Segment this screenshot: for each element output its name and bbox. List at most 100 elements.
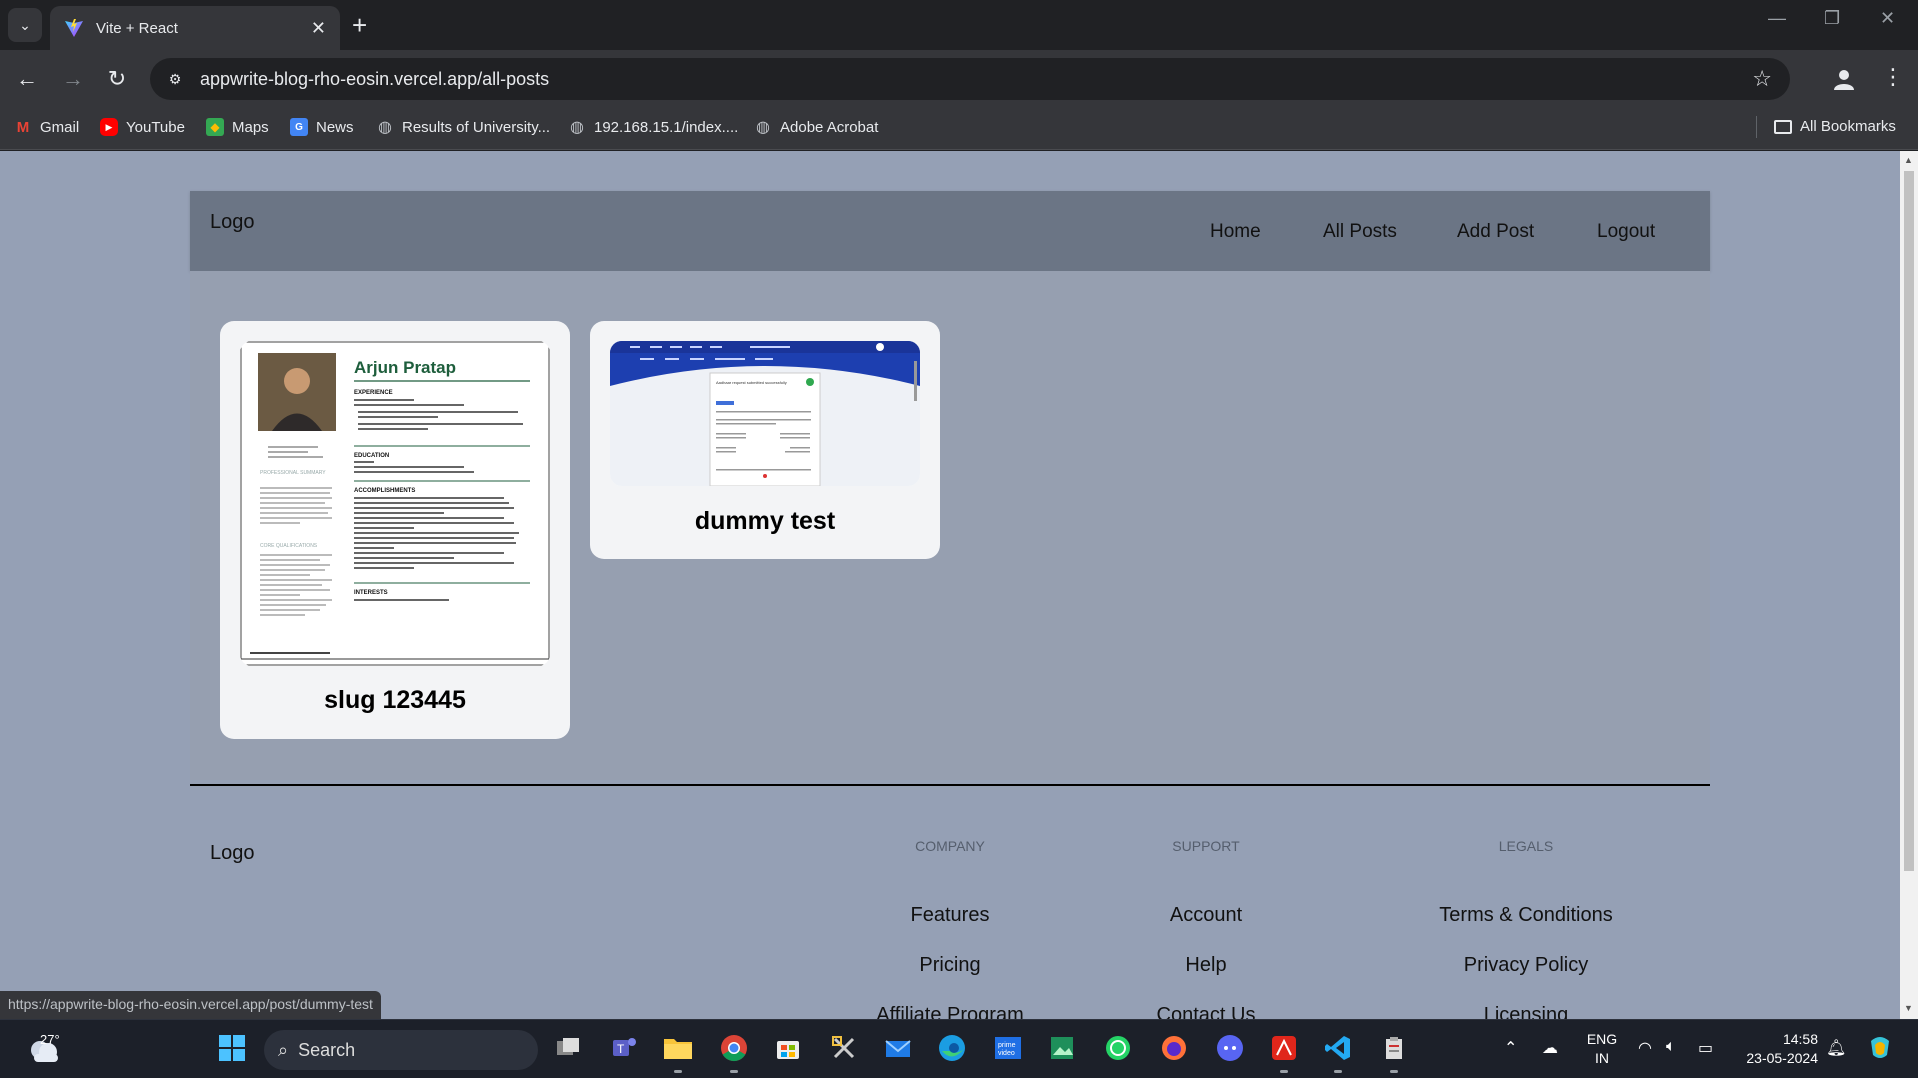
teams-icon[interactable]: T	[606, 1030, 642, 1066]
bookmark-youtube[interactable]: ▶ YouTube	[100, 118, 185, 136]
browser-tab[interactable]: Vite + React ✕	[50, 6, 340, 50]
speaker-muted-icon[interactable]: 🔈︎	[1666, 1038, 1676, 1056]
mail-icon[interactable]	[880, 1030, 916, 1066]
forward-arrow-icon[interactable]: →	[58, 64, 88, 94]
page-container: Logo Home All Posts Add Post Logout Arju…	[190, 191, 1710, 1019]
nav-logout[interactable]: Logout	[1597, 221, 1655, 243]
bookmark-news[interactable]: G News	[290, 118, 354, 136]
footer-link-pricing[interactable]: Pricing	[919, 954, 980, 977]
restore-icon[interactable]: ❐	[1824, 8, 1840, 29]
windows-start-icon[interactable]	[214, 1030, 250, 1066]
resume-section-interests: INTERESTS	[354, 590, 388, 596]
taskbar-search-box[interactable]: ⌕ Search	[264, 1030, 538, 1070]
language-indicator[interactable]: ENG IN	[1584, 1030, 1620, 1068]
bookmark-label: 192.168.15.1/index....	[594, 118, 739, 136]
edge-icon[interactable]	[934, 1030, 970, 1066]
post-title[interactable]: dummy test	[590, 507, 940, 536]
clock-date: 23-05-2024	[1746, 1050, 1818, 1066]
bookmark-label: News	[316, 118, 354, 136]
chrome-icon[interactable]	[716, 1030, 752, 1073]
bookmark-label: Results of University...	[402, 118, 551, 136]
address-bar[interactable]: ⚙ appwrite-blog-rho-eosin.vercel.app/all…	[150, 58, 1790, 100]
nav-add-post[interactable]: Add Post	[1457, 221, 1534, 243]
footer-link-features[interactable]: Features	[911, 904, 990, 927]
resume-section-experience: EXPERIENCE	[354, 390, 393, 396]
clipboard-app-icon[interactable]	[1376, 1030, 1412, 1073]
post-card[interactable]: Arjun Pratap EXPERIENCE EDUCATION ACCOMP…	[220, 321, 570, 739]
globe-icon: ◍	[756, 119, 770, 136]
tray-chevron-up-icon[interactable]: ⌃	[1504, 1038, 1517, 1058]
footer-link-terms[interactable]: Terms & Conditions	[1439, 904, 1612, 927]
clock-time: 14:58	[1782, 1031, 1818, 1047]
post-title[interactable]: slug 123445	[220, 686, 570, 715]
tab-search-chevron-icon[interactable]: ⌄	[8, 8, 42, 42]
tab-close-icon[interactable]: ✕	[311, 18, 326, 39]
firefox-icon[interactable]	[1156, 1030, 1192, 1066]
bookmark-results[interactable]: ◍ Results of University...	[376, 118, 551, 137]
site-header: Logo Home All Posts Add Post Logout	[190, 191, 1710, 271]
clock[interactable]: 14:58 23-05-2024	[1730, 1030, 1818, 1068]
link-status-bubble: https://appwrite-blog-rho-eosin.vercel.a…	[0, 991, 381, 1019]
footer-link-licensing[interactable]: Licensing	[1484, 1004, 1569, 1019]
post-card[interactable]: Aadhaar request submitted successfully d…	[590, 321, 940, 559]
scroll-down-icon[interactable]: ▼	[1904, 1003, 1913, 1013]
task-view-icon[interactable]	[550, 1030, 586, 1066]
bookmark-acrobat[interactable]: ◍ Adobe Acrobat	[754, 118, 879, 137]
footer-link-affiliate[interactable]: Affiliate Program	[876, 1004, 1023, 1019]
footer-heading-company: Company	[915, 838, 985, 854]
notification-bell-icon[interactable]: 🔔︎	[1826, 1038, 1846, 1058]
scroll-up-icon[interactable]: ▲	[1904, 155, 1913, 165]
bookmark-star-icon[interactable]: ☆	[1752, 66, 1772, 92]
bookmarks-divider	[1756, 116, 1757, 138]
discord-icon[interactable]	[1212, 1030, 1248, 1066]
scrollbar-thumb[interactable]	[1904, 171, 1914, 871]
bookmark-label: YouTube	[126, 118, 185, 136]
site-info-icon[interactable]: ⚙	[162, 66, 188, 92]
snipping-tool-icon[interactable]	[826, 1030, 862, 1066]
nav-all-posts[interactable]: All Posts	[1323, 221, 1397, 243]
resume-section-education: EDUCATION	[354, 453, 389, 459]
window-close-icon[interactable]: ✕	[1880, 8, 1895, 29]
site-logo[interactable]: Logo	[210, 211, 255, 234]
windows-taskbar: 27° ⌕ Search T prime video ⌃ ☁ ENG IN ◠ …	[0, 1019, 1918, 1078]
resume-thumbnail: Arjun Pratap EXPERIENCE EDUCATION ACCOMP…	[240, 341, 550, 666]
microsoft-store-icon[interactable]	[770, 1030, 806, 1066]
footer-heading-support: Support	[1172, 838, 1240, 854]
search-label: Search	[298, 1039, 356, 1060]
copilot-icon[interactable]	[1862, 1030, 1898, 1066]
footer-link-help[interactable]: Help	[1185, 954, 1226, 977]
all-bookmarks[interactable]: All Bookmarks	[1774, 118, 1896, 135]
footer-link-privacy[interactable]: Privacy Policy	[1464, 954, 1588, 977]
whatsapp-icon[interactable]	[1100, 1030, 1136, 1066]
vscode-icon[interactable]	[1320, 1030, 1356, 1073]
wifi-icon[interactable]: ◠	[1638, 1038, 1652, 1058]
all-bookmarks-label: All Bookmarks	[1800, 118, 1896, 135]
bookmark-gmail[interactable]: M Gmail	[14, 118, 79, 136]
url-text[interactable]: appwrite-blog-rho-eosin.vercel.app/all-p…	[200, 69, 1752, 90]
photos-icon[interactable]	[1044, 1030, 1080, 1066]
bookmark-router[interactable]: ◍ 192.168.15.1/index....	[568, 118, 739, 137]
minimize-icon[interactable]: —	[1768, 8, 1786, 29]
nav-home[interactable]: Home	[1210, 221, 1261, 243]
folder-icon	[1774, 119, 1792, 134]
reload-icon[interactable]: ↻	[102, 64, 132, 94]
acrobat-icon[interactable]	[1266, 1030, 1302, 1073]
bookmark-maps[interactable]: ◆ Maps	[206, 118, 269, 136]
profile-icon[interactable]	[1832, 67, 1856, 91]
footer-link-account[interactable]: Account	[1170, 904, 1242, 927]
svg-text:T: T	[617, 1042, 625, 1056]
onedrive-offline-icon[interactable]: ☁	[1542, 1038, 1558, 1058]
footer-link-contact[interactable]: Contact Us	[1157, 1004, 1256, 1019]
page-viewport[interactable]: Logo Home All Posts Add Post Logout Arju…	[0, 151, 1900, 1019]
page-scrollbar[interactable]: ▲ ▼	[1900, 151, 1918, 1019]
back-arrow-icon[interactable]: ←	[12, 64, 42, 94]
prime-video-icon[interactable]: prime video	[990, 1030, 1026, 1066]
file-explorer-icon[interactable]	[660, 1030, 696, 1073]
chrome-menu-icon[interactable]: ⋮	[1882, 64, 1904, 90]
bookmark-label: Maps	[232, 118, 269, 136]
bookmark-label: Adobe Acrobat	[780, 118, 879, 136]
footer-logo[interactable]: Logo	[210, 842, 255, 865]
new-tab-plus-icon[interactable]: +	[352, 10, 367, 40]
gmail-icon: M	[16, 118, 30, 136]
battery-icon[interactable]: ▭	[1698, 1038, 1713, 1058]
